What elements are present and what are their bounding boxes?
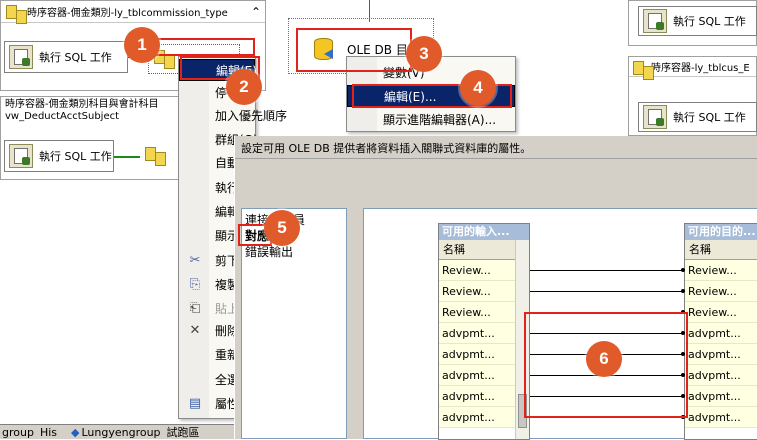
- highlight-box-3: [296, 28, 412, 72]
- container-icon: [5, 3, 27, 24]
- input-column-row[interactable]: Review...: [439, 260, 515, 281]
- container-header: 時序容器-佣金類別-ly_tblcommission_type ⌃: [1, 1, 265, 24]
- container-title-line1: 時序容器-佣金類別科目與會計科目: [5, 99, 159, 110]
- container-title: 時序容器-佣金類別-ly_tblcommission_type: [27, 8, 228, 19]
- mapping-line[interactable]: [530, 268, 685, 272]
- input-box-title: 可用的輸入...: [439, 224, 529, 240]
- dest-column-row[interactable]: advpmt...: [685, 407, 757, 428]
- input-column-header[interactable]: 名稱: [439, 240, 515, 260]
- input-column-row[interactable]: advpmt...: [439, 407, 515, 428]
- container-title: 時序容器-佣金類別科目與會計科目 vw_DeductAcctSubject: [5, 99, 159, 123]
- dest-column-row[interactable]: advpmt...: [685, 323, 757, 344]
- sql-task-icon: [643, 105, 667, 129]
- task-label: 執行 SQL 工作: [39, 150, 112, 163]
- available-destination-columns: 可用的目的... 名稱 Review... Review... Review..…: [684, 223, 757, 440]
- paste-icon: ⎗: [189, 300, 201, 316]
- dest-column-header[interactable]: 名稱: [685, 240, 757, 260]
- sql-task-icon: [643, 9, 667, 33]
- task-label: 執行 SQL 工作: [39, 51, 112, 64]
- diamond-icon: ◆: [71, 425, 80, 439]
- divider: [235, 158, 757, 159]
- callout-2: 2: [226, 69, 262, 105]
- menu-item-label: 顯示進階編輯器(A)...: [383, 112, 497, 127]
- dest-column-row[interactable]: advpmt...: [685, 344, 757, 365]
- status-bar: group His ◆ Lungyengroup 試跑區: [0, 424, 234, 439]
- dialog-description: 設定可用 OLE DB 提供者將資料插入關聯式資料庫的屬性。: [241, 142, 532, 155]
- input-column-row[interactable]: advpmt...: [439, 344, 515, 365]
- callout-3: 3: [406, 36, 442, 72]
- status-item[interactable]: Lungyengroup: [81, 426, 160, 439]
- collapse-icon[interactable]: ⌃: [251, 5, 261, 19]
- sql-task-icon: [9, 45, 33, 69]
- execute-sql-task-4[interactable]: 執行 SQL 工作: [638, 102, 757, 132]
- execute-sql-task-3[interactable]: 執行 SQL 工作: [638, 6, 757, 36]
- dest-column-row[interactable]: Review...: [685, 260, 757, 281]
- dest-column-row[interactable]: advpmt...: [685, 386, 757, 407]
- dest-box-title: 可用的目的...: [685, 224, 757, 240]
- input-column-row[interactable]: Review...: [439, 281, 515, 302]
- success-connector: [114, 156, 140, 158]
- sql-task-icon: [9, 144, 33, 168]
- status-item[interactable]: group: [2, 426, 34, 439]
- execute-sql-task-1[interactable]: 執行 SQL 工作: [4, 41, 128, 73]
- callout-4: 4: [460, 70, 496, 106]
- input-column-row[interactable]: advpmt...: [439, 365, 515, 386]
- copy-icon: ⎘: [189, 276, 201, 292]
- dest-column-row[interactable]: Review...: [685, 281, 757, 302]
- callout-1: 1: [124, 27, 160, 63]
- dest-column-row[interactable]: advpmt...: [685, 365, 757, 386]
- available-input-columns: 可用的輸入... 名稱 Review... Review... Review..…: [438, 223, 530, 440]
- menu-item-add-precedence[interactable]: 加入優先順序: [179, 104, 287, 126]
- menu-item-advanced-editor[interactable]: 顯示進階編輯器(A)...: [347, 108, 515, 130]
- callout-6: 6: [586, 341, 622, 377]
- input-column-row[interactable]: Review...: [439, 302, 515, 323]
- task-label: 執行 SQL 工作: [673, 111, 746, 124]
- data-flow-task-small[interactable]: [140, 142, 180, 170]
- mapping-line[interactable]: [530, 289, 685, 293]
- execute-sql-task-2[interactable]: 執行 SQL 工作: [4, 140, 114, 172]
- container-icon: [632, 59, 654, 80]
- dest-column-row[interactable]: Review...: [685, 302, 757, 323]
- data-flow-icon: [144, 145, 166, 167]
- path-arrow: [369, 0, 370, 22]
- status-item[interactable]: His: [40, 426, 57, 439]
- task-label: 執行 SQL 工作: [673, 15, 746, 28]
- callout-5: 5: [264, 210, 300, 246]
- container-title: 時序容器-ly_tblcus_E: [651, 63, 750, 74]
- scissors-icon: ✂: [189, 252, 201, 268]
- menu-item-label: 加入優先順序: [215, 108, 288, 123]
- container-header: 時序容器-ly_tblcus_E: [629, 57, 756, 80]
- input-column-row[interactable]: advpmt...: [439, 386, 515, 407]
- delete-icon: ✕: [189, 322, 201, 338]
- properties-icon: ▤: [188, 395, 202, 411]
- status-item[interactable]: 試跑區: [167, 424, 200, 440]
- highlight-box-1: [148, 38, 255, 56]
- container-title-line2: vw_DeductAcctSubject: [5, 111, 120, 122]
- input-column-row[interactable]: advpmt...: [439, 323, 515, 344]
